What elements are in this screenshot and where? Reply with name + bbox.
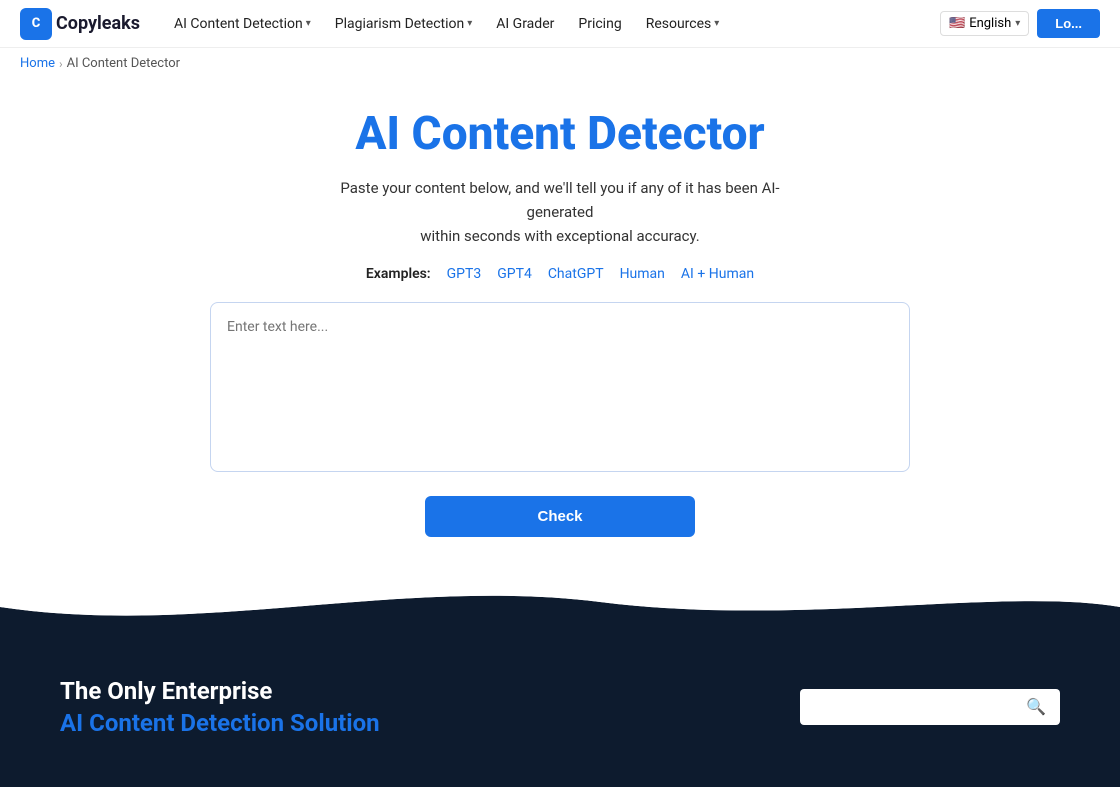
wave-divider: [0, 577, 1120, 627]
bottom-section: The Only Enterprise AI Content Detection…: [0, 627, 1120, 787]
examples-label: Examples:: [366, 266, 431, 282]
chevron-down-icon: ▾: [306, 18, 311, 29]
nav-item-grader[interactable]: AI Grader: [486, 10, 564, 38]
bottom-title-line1: The Only Enterprise: [60, 677, 740, 705]
breadcrumb-current: AI Content Detector: [67, 56, 180, 71]
examples-row: Examples: GPT3 GPT4 ChatGPT Human AI + H…: [366, 266, 754, 282]
chevron-down-icon: ▾: [467, 18, 472, 29]
hero-subtitle: Paste your content below, and we'll tell…: [310, 176, 810, 248]
bottom-search-box: 🔍: [800, 689, 1060, 725]
logo-icon: C: [20, 8, 52, 40]
example-human[interactable]: Human: [620, 266, 665, 282]
search-icon: 🔍: [1026, 699, 1046, 716]
content-textarea[interactable]: [210, 302, 910, 472]
bottom-right: 🔍: [800, 667, 1060, 747]
language-selector[interactable]: 🇺🇸 English ▾: [940, 11, 1029, 36]
chevron-down-icon: ▾: [714, 18, 719, 29]
nav-item-plagiarism[interactable]: Plagiarism Detection ▾: [325, 10, 483, 38]
bottom-title-line2: AI Content Detection Solution: [60, 709, 740, 737]
nav-item-ai-detection[interactable]: AI Content Detection ▾: [164, 10, 321, 38]
example-ai-human[interactable]: AI + Human: [681, 266, 754, 282]
chevron-down-icon: ▾: [1015, 18, 1020, 29]
example-gpt3[interactable]: GPT3: [447, 266, 482, 282]
flag-icon: 🇺🇸: [949, 16, 965, 31]
logo[interactable]: C Copyleaks: [20, 8, 140, 40]
breadcrumb-separator: ›: [59, 57, 63, 71]
nav-right: 🇺🇸 English ▾ Lo...: [940, 9, 1100, 38]
example-chatgpt[interactable]: ChatGPT: [548, 266, 604, 282]
navbar: C Copyleaks AI Content Detection ▾ Plagi…: [0, 0, 1120, 48]
breadcrumb: Home › AI Content Detector: [0, 48, 1120, 79]
nav-item-resources[interactable]: Resources ▾: [636, 10, 730, 38]
nav-links: AI Content Detection ▾ Plagiarism Detect…: [164, 10, 940, 38]
logo-name: Copyleaks: [56, 13, 140, 34]
nav-item-pricing[interactable]: Pricing: [568, 10, 631, 38]
text-input-container: [210, 302, 910, 476]
check-button[interactable]: Check: [425, 496, 695, 537]
search-icon-button[interactable]: 🔍: [1026, 697, 1046, 717]
bottom-search-input[interactable]: [814, 699, 1018, 715]
main-section: AI Content Detector Paste your content b…: [0, 79, 1120, 577]
page-title: AI Content Detector: [355, 109, 764, 160]
bottom-left: The Only Enterprise AI Content Detection…: [60, 667, 740, 747]
example-gpt4[interactable]: GPT4: [497, 266, 532, 282]
login-button[interactable]: Lo...: [1037, 9, 1100, 38]
breadcrumb-home[interactable]: Home: [20, 56, 55, 71]
